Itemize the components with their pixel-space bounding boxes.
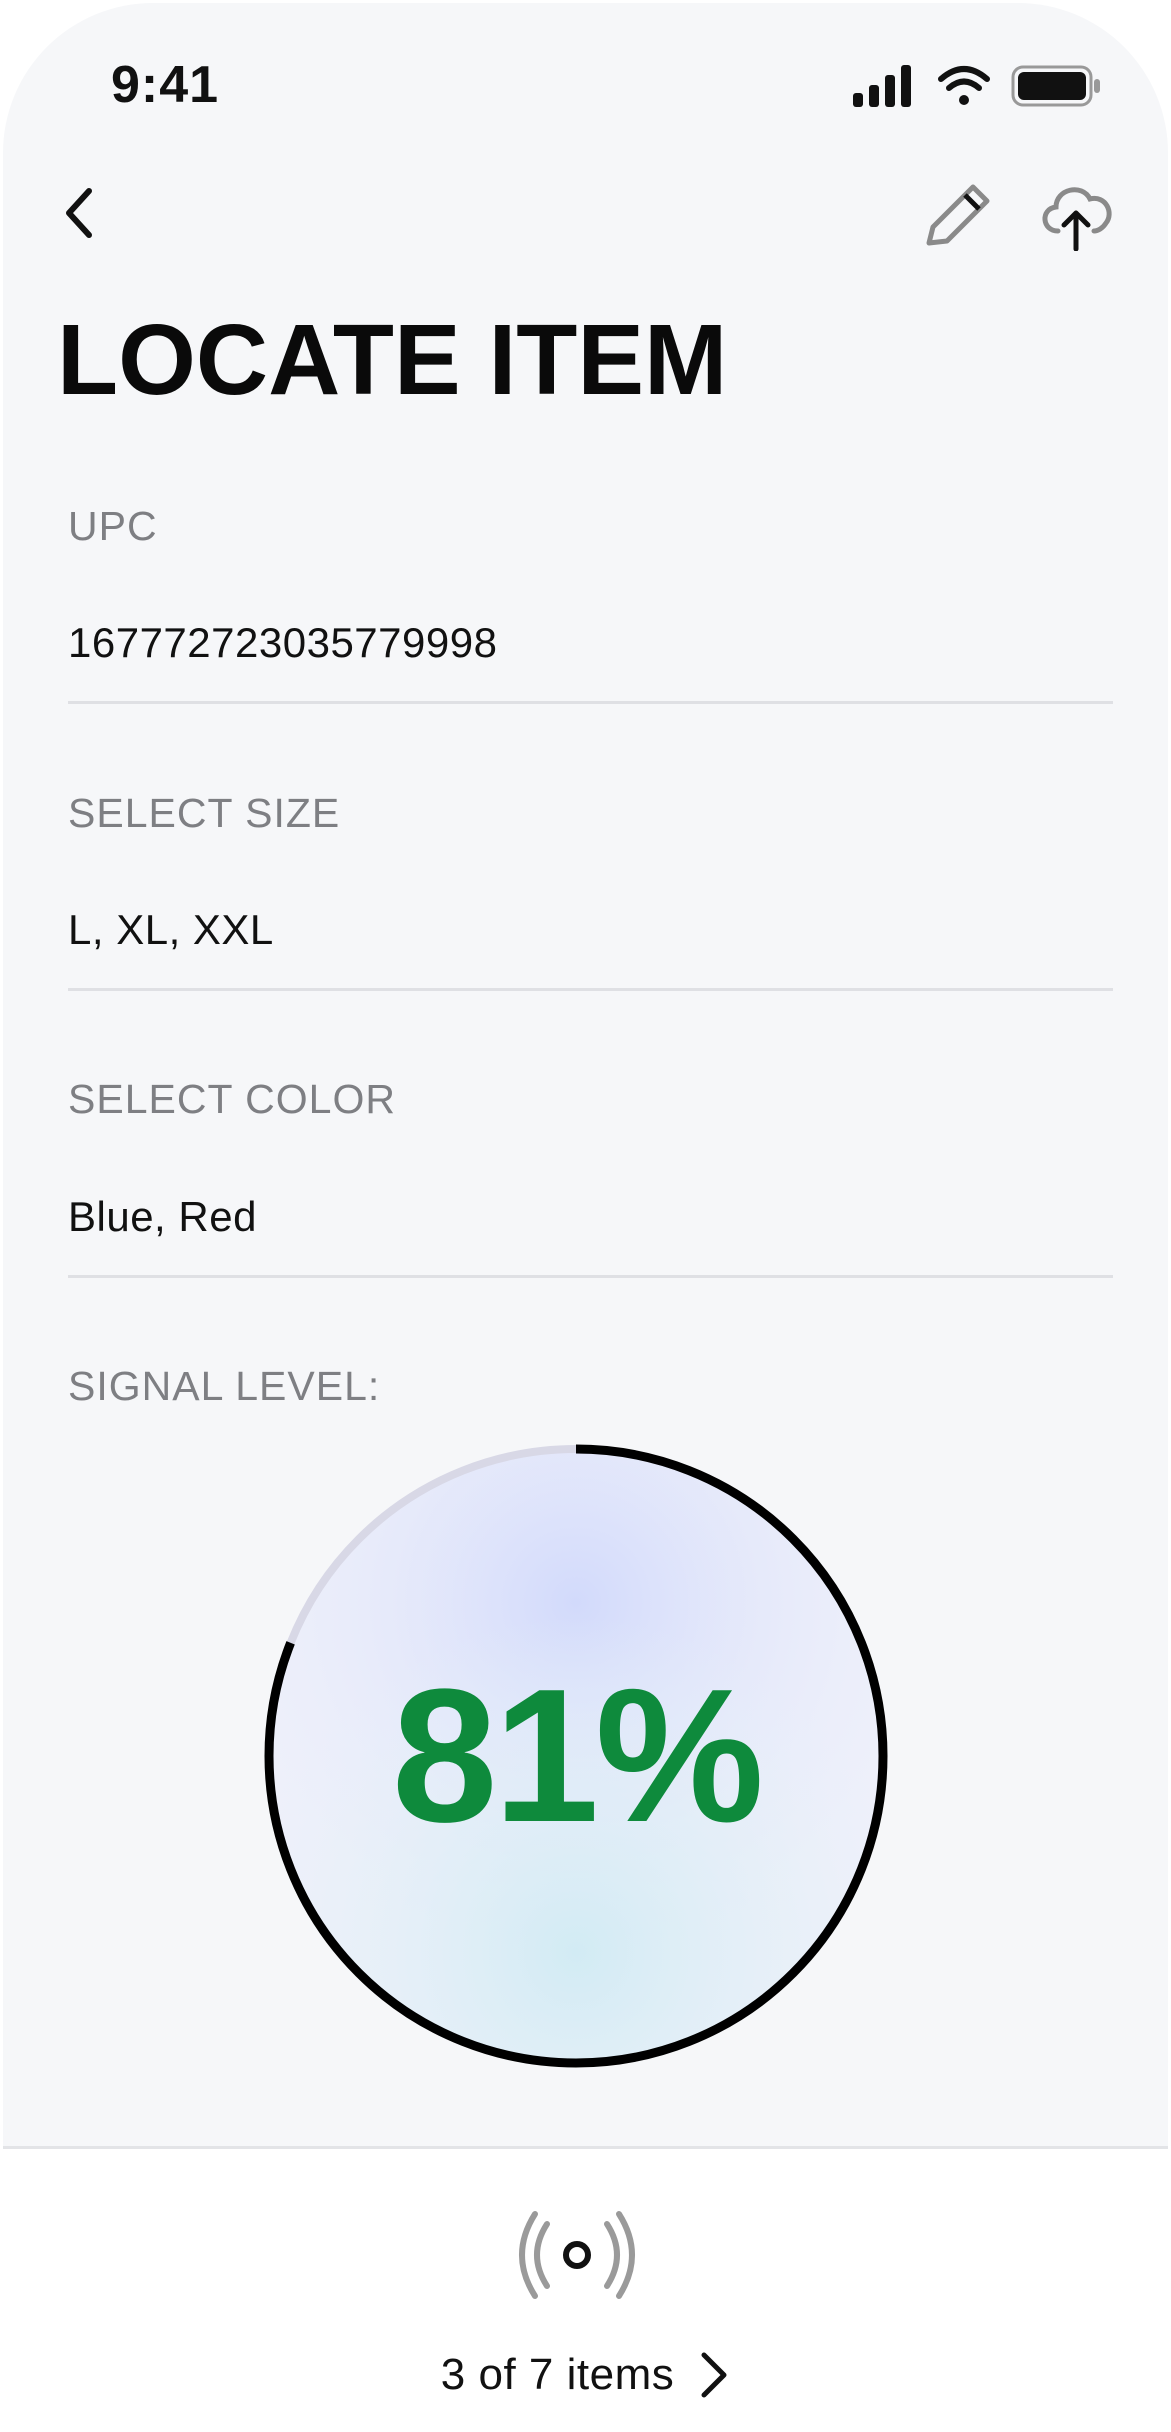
rfid-scan-icon[interactable]: [517, 2210, 637, 2300]
cellular-signal-icon: [853, 65, 911, 107]
size-select[interactable]: L, XL, XXL: [68, 906, 274, 954]
color-select[interactable]: Blue, Red: [68, 1193, 257, 1241]
signal-label: SIGNAL LEVEL:: [68, 1363, 381, 1409]
size-underline: [68, 988, 1113, 991]
battery-icon: [1011, 65, 1100, 107]
chevron-right-icon[interactable]: [696, 2351, 730, 2399]
upc-underline: [68, 701, 1113, 704]
cloud-upload-icon[interactable]: [1036, 179, 1116, 251]
status-icons: [853, 65, 1100, 107]
pager-text: 3 of 7 items: [440, 2350, 675, 2399]
size-label: SELECT SIZE: [68, 790, 341, 836]
phone-frame: 9:41 LOCATE ITEM UPC 167772723035779998 …: [0, 0, 1171, 2432]
upc-label: UPC: [68, 503, 158, 549]
upc-field[interactable]: 167772723035779998: [68, 619, 497, 667]
status-time: 9:41: [111, 56, 220, 114]
color-underline: [68, 1275, 1113, 1278]
page-title: LOCATE ITEM: [57, 304, 728, 416]
wifi-icon: [938, 66, 990, 105]
color-label: SELECT COLOR: [68, 1076, 396, 1122]
back-icon[interactable]: [57, 183, 101, 243]
pencil-icon[interactable]: [921, 179, 995, 251]
signal-gauge: 81%: [262, 1442, 890, 2070]
pager[interactable]: 3 of 7 items: [0, 2340, 1171, 2410]
signal-percentage: 81%: [391, 1650, 764, 1862]
